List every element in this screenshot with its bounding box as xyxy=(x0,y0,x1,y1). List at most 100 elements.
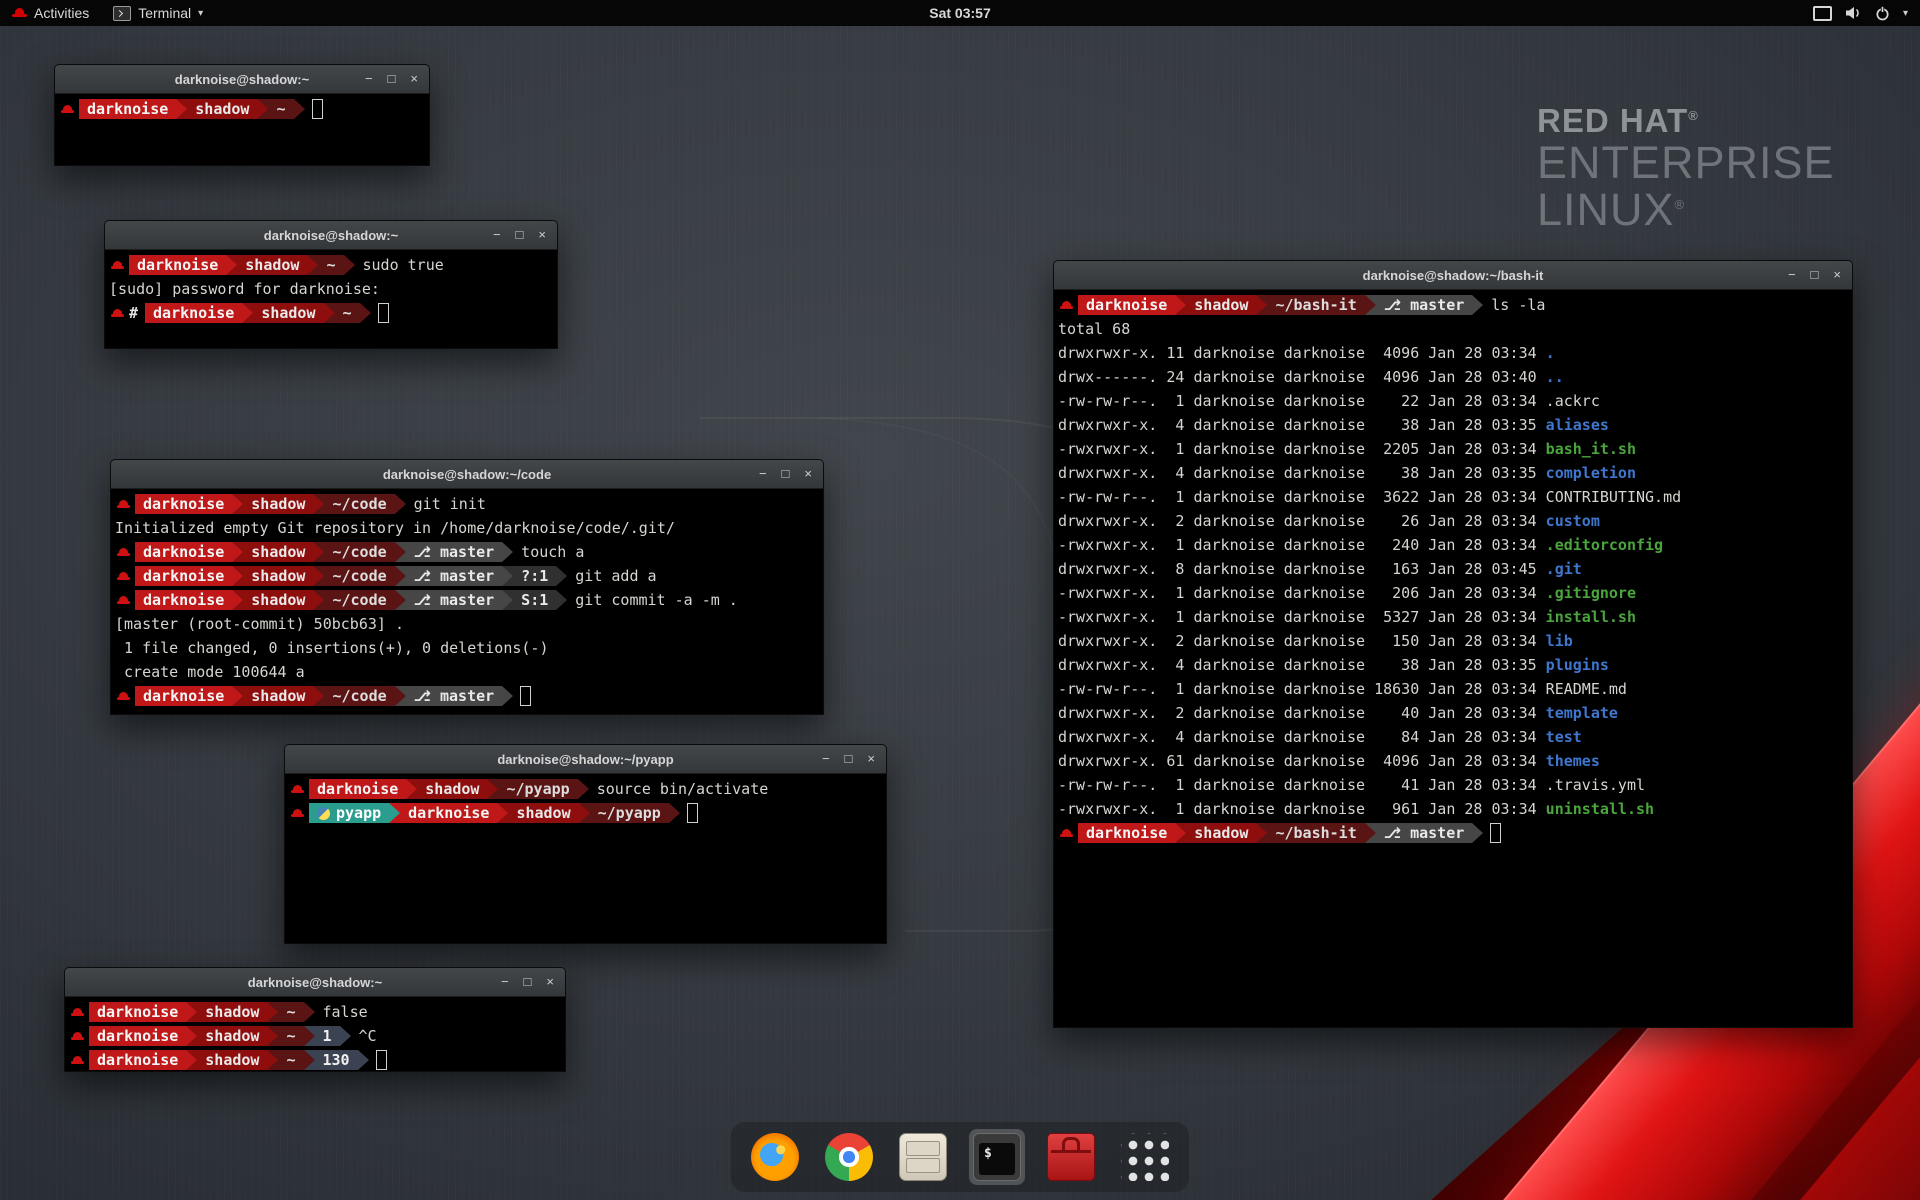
close-button[interactable]: × xyxy=(1833,261,1841,289)
terminal-content[interactable]: darknoiseshadow~/pyappsource bin/activat… xyxy=(285,774,886,943)
prompt-segment-git: ⎇ master xyxy=(406,542,503,562)
dock xyxy=(731,1122,1189,1192)
terminal-content[interactable]: darknoiseshadow~/bash-it⎇ masterls -lato… xyxy=(1054,290,1852,1027)
prompt-segment-user: darknoise xyxy=(135,566,232,586)
prompt-segment-user: darknoise xyxy=(1078,295,1175,315)
powerline-arrow-icon xyxy=(395,494,406,514)
apps-icon xyxy=(1121,1133,1169,1181)
ls-details: -rw-rw-r--. 1 darknoise darknoise 18630 … xyxy=(1058,680,1546,698)
powerline-arrow-icon xyxy=(304,1050,315,1070)
ls-line: drwx------. 24 darknoise darknoise 4096 … xyxy=(1058,365,1848,389)
powerline-arrow-icon xyxy=(267,1050,278,1070)
terminal-icon xyxy=(973,1133,1021,1181)
prompt-line: darknoiseshadow~/code⎇ master xyxy=(115,684,819,708)
ls-line: -rw-rw-r--. 1 darknoise darknoise 22 Jan… xyxy=(1058,389,1848,413)
close-button[interactable]: × xyxy=(804,460,812,488)
prompt-segment-path: ~ xyxy=(318,255,343,275)
ls-line: drwxrwxr-x. 11 darknoise darknoise 4096 … xyxy=(1058,341,1848,365)
terminal-cursor xyxy=(312,99,323,119)
titlebar[interactable]: darknoise@shadow:~/pyapp−□× xyxy=(285,745,886,774)
powerline-arrow-icon xyxy=(186,1050,197,1070)
maximize-button[interactable]: □ xyxy=(782,460,790,488)
apps-launcher[interactable] xyxy=(1117,1129,1173,1185)
terminal-launcher[interactable] xyxy=(969,1129,1025,1185)
powerline-arrow-icon xyxy=(502,542,513,562)
close-button[interactable]: × xyxy=(538,221,546,249)
firefox-launcher[interactable] xyxy=(747,1129,803,1185)
power-icon[interactable] xyxy=(1875,6,1890,21)
app-menu-label: Terminal xyxy=(138,5,191,21)
prompt-line: #darknoiseshadow~ xyxy=(109,301,553,325)
files-launcher[interactable] xyxy=(895,1129,951,1185)
powerline-arrow-icon xyxy=(502,566,513,586)
volume-icon[interactable] xyxy=(1845,6,1862,20)
ls-details: drwx------. 24 darknoise darknoise 4096 … xyxy=(1058,368,1546,386)
powerline-arrow-icon xyxy=(1472,295,1483,315)
powerline-arrow-icon xyxy=(1175,823,1186,843)
powerline-arrow-icon xyxy=(579,803,590,823)
minimize-button[interactable]: − xyxy=(493,221,501,249)
powerline-arrow-icon xyxy=(360,303,371,323)
close-button[interactable]: × xyxy=(410,65,418,93)
titlebar[interactable]: darknoise@shadow:~−□× xyxy=(55,65,429,94)
maximize-button[interactable]: □ xyxy=(388,65,396,93)
toolbox-launcher[interactable] xyxy=(1043,1129,1099,1185)
ls-details: drwxrwxr-x. 2 darknoise darknoise 40 Jan… xyxy=(1058,704,1546,722)
close-button[interactable]: × xyxy=(546,968,554,996)
clock[interactable]: Sat 03:57 xyxy=(0,5,1920,21)
maximize-button[interactable]: □ xyxy=(524,968,532,996)
powerline-arrow-icon xyxy=(313,566,324,586)
titlebar[interactable]: darknoise@shadow:~−□× xyxy=(65,968,565,997)
output-text: [master (root-commit) 50bcb63] . xyxy=(115,615,404,633)
powerline-arrow-icon xyxy=(267,1002,278,1022)
window-exit-codes: darknoise@shadow:~−□×darknoiseshadow~fal… xyxy=(64,967,566,1072)
terminal-content[interactable]: darknoiseshadow~ xyxy=(55,94,429,165)
powerline-arrow-icon xyxy=(232,566,243,586)
display-icon[interactable] xyxy=(1813,6,1832,21)
command-text: git add a xyxy=(575,567,656,585)
ls-details: drwxrwxr-x. 4 darknoise darknoise 38 Jan… xyxy=(1058,464,1546,482)
ls-line: -rwxrwxr-x. 1 darknoise darknoise 5327 J… xyxy=(1058,605,1848,629)
terminal-content[interactable]: darknoiseshadow~falsedarknoiseshadow~1^C… xyxy=(65,997,565,1071)
file-name: plugins xyxy=(1546,656,1609,674)
powerline-arrow-icon xyxy=(1256,295,1267,315)
terminal-content[interactable]: darknoiseshadow~/codegit initInitialized… xyxy=(111,489,823,714)
minimize-button[interactable]: − xyxy=(822,745,830,773)
ls-line: -rw-rw-r--. 1 darknoise darknoise 41 Jan… xyxy=(1058,773,1848,797)
window-title: darknoise@shadow:~ xyxy=(105,228,557,243)
prompt-line: pyappdarknoiseshadow~/pyapp xyxy=(289,801,882,825)
chrome-launcher[interactable] xyxy=(821,1129,877,1185)
output-line: Initialized empty Git repository in /hom… xyxy=(115,516,819,540)
file-name: completion xyxy=(1546,464,1636,482)
powerline-arrow-icon xyxy=(294,99,305,119)
file-name: . xyxy=(1546,344,1555,362)
minimize-button[interactable]: − xyxy=(501,968,509,996)
chrome-icon xyxy=(825,1133,873,1181)
ls-line: drwxrwxr-x. 4 darknoise darknoise 38 Jan… xyxy=(1058,653,1848,677)
prompt-line: darknoiseshadow~/bash-it⎇ master xyxy=(1058,821,1848,845)
prompt-line: darknoiseshadow~/code⎇ mastertouch a xyxy=(115,540,819,564)
powerline-arrow-icon xyxy=(313,494,324,514)
minimize-button[interactable]: − xyxy=(759,460,767,488)
redhat-prompt-icon xyxy=(71,1031,84,1042)
maximize-button[interactable]: □ xyxy=(845,745,853,773)
command-text: source bin/activate xyxy=(597,780,769,798)
chevron-down-icon: ▾ xyxy=(198,8,203,19)
app-menu[interactable]: Terminal ▾ xyxy=(101,0,215,26)
window-controls: −□ × xyxy=(759,460,823,488)
minimize-button[interactable]: − xyxy=(365,65,373,93)
redhat-prompt-icon xyxy=(117,499,130,510)
ls-line: drwxrwxr-x. 2 darknoise darknoise 26 Jan… xyxy=(1058,509,1848,533)
maximize-button[interactable]: □ xyxy=(1811,261,1819,289)
titlebar[interactable]: darknoise@shadow:~/bash-it−□× xyxy=(1054,261,1852,290)
activities-button[interactable]: Activities xyxy=(0,0,101,26)
terminal-content[interactable]: darknoiseshadow~sudo true[sudo] password… xyxy=(105,250,557,348)
file-name: CONTRIBUTING.md xyxy=(1546,488,1681,506)
minimize-button[interactable]: − xyxy=(1788,261,1796,289)
file-name: .travis.yml xyxy=(1546,776,1645,794)
maximize-button[interactable]: □ xyxy=(516,221,524,249)
titlebar[interactable]: darknoise@shadow:~/code−□× xyxy=(111,460,823,489)
close-button[interactable]: × xyxy=(867,745,875,773)
terminal-app-icon xyxy=(113,6,131,21)
titlebar[interactable]: darknoise@shadow:~−□ × xyxy=(105,221,557,250)
